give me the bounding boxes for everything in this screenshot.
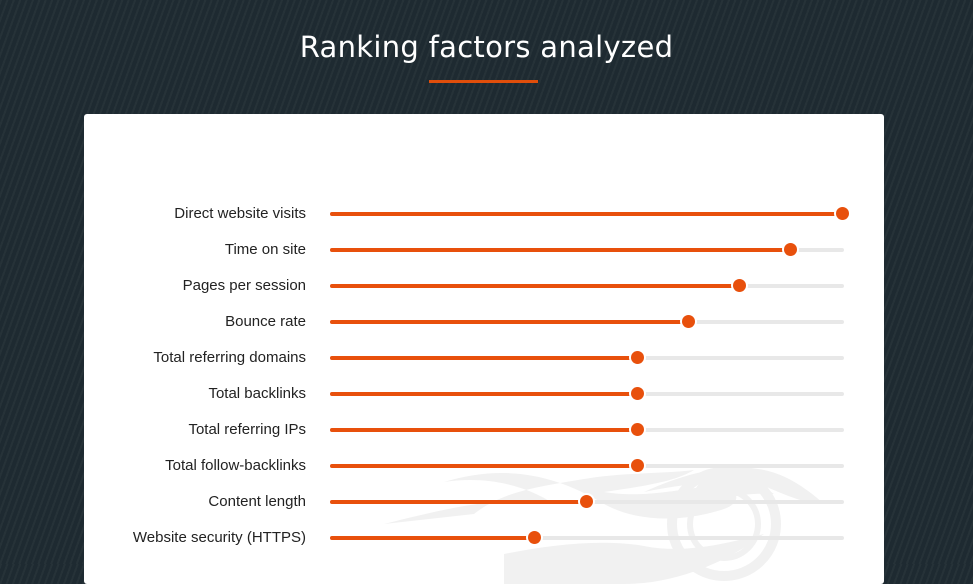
chart-card: Direct website visits Time on site Pages p… xyxy=(84,114,884,584)
bar-value-marker xyxy=(733,279,747,292)
bar-label: Content length xyxy=(208,493,306,510)
bar-fill xyxy=(330,500,586,504)
bar-row: Total backlinks xyxy=(84,376,884,412)
bar-value-marker xyxy=(528,531,542,544)
bar-track xyxy=(330,351,844,364)
bar-value-marker xyxy=(630,459,644,472)
bar-row: Total referring IPs xyxy=(84,412,884,448)
bar-value-marker xyxy=(579,495,593,508)
bar-fill xyxy=(330,284,740,288)
bar-fill xyxy=(330,464,638,468)
bar-value-marker xyxy=(630,387,644,400)
bar-track xyxy=(330,495,844,508)
bar-label: Bounce rate xyxy=(225,313,306,330)
bar-fill xyxy=(330,320,689,324)
bar-row: Direct website visits xyxy=(84,196,884,232)
bar-fill xyxy=(330,212,842,216)
bar-label: Pages per session xyxy=(182,277,306,294)
bar-track xyxy=(330,279,844,292)
bar-label: Website security (HTTPS) xyxy=(132,529,306,546)
bar-value-marker xyxy=(630,351,644,364)
bar-label: Total backlinks xyxy=(208,385,306,402)
bar-track xyxy=(330,423,844,436)
bar-track xyxy=(330,459,844,472)
bar-label: Direct website visits xyxy=(174,205,306,222)
bar-row: Total follow-backlinks xyxy=(84,448,884,484)
bar-value-marker xyxy=(835,207,849,220)
bar-value-marker xyxy=(630,423,644,436)
bar-label: Total referring domains xyxy=(153,349,306,366)
bar-track xyxy=(330,531,844,544)
bar-track xyxy=(330,243,844,256)
bar-fill xyxy=(330,392,638,396)
bar-label: Total follow-backlinks xyxy=(165,457,306,474)
bar-row: Bounce rate xyxy=(84,304,884,340)
bar-row: Website security (HTTPS) xyxy=(84,520,884,556)
bar-value-marker xyxy=(681,315,695,328)
bar-row: Total referring domains xyxy=(84,340,884,376)
bar-value-marker xyxy=(784,243,798,256)
bar-track xyxy=(330,387,844,400)
bar-label: Total referring IPs xyxy=(188,421,306,438)
bar-fill xyxy=(330,356,638,360)
bar-fill xyxy=(330,536,535,540)
bar-row: Pages per session xyxy=(84,268,884,304)
bar-label: Time on site xyxy=(224,241,306,258)
bar-track xyxy=(330,315,844,328)
bar-track xyxy=(330,207,849,220)
bar-row: Time on site xyxy=(84,232,884,268)
bar-row: Content length xyxy=(84,484,884,520)
title-underline xyxy=(429,80,538,83)
page-title: Ranking factors analyzed xyxy=(299,30,674,64)
bar-fill xyxy=(330,428,638,432)
bar-fill xyxy=(330,248,791,252)
